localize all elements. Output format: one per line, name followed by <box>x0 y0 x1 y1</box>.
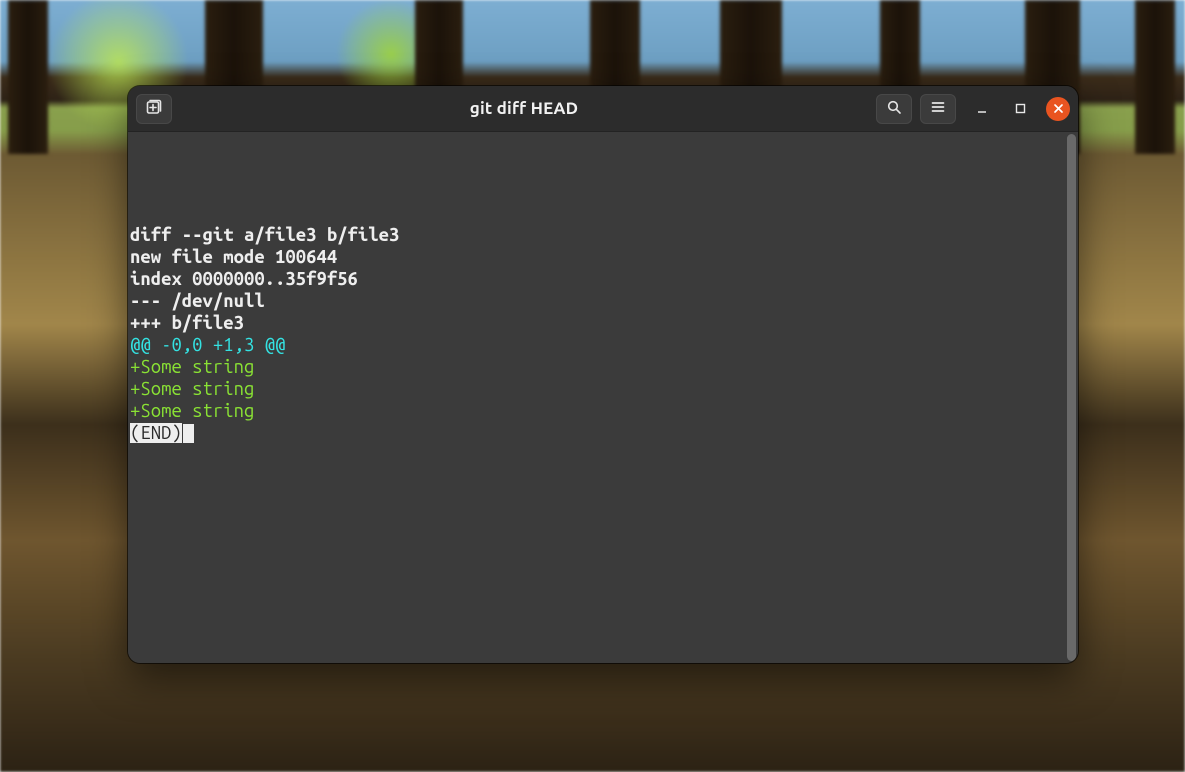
terminal-line: +Some string <box>130 356 1078 378</box>
terminal-line: new file mode 100644 <box>130 246 1078 268</box>
hamburger-icon <box>930 99 946 118</box>
terminal-line: --- /dev/null <box>130 290 1078 312</box>
terminal-cursor <box>183 424 194 443</box>
minimize-button[interactable] <box>970 97 994 121</box>
close-icon <box>1053 103 1064 114</box>
close-button[interactable] <box>1046 97 1070 121</box>
terminal-viewport[interactable]: diff --git a/file3 b/file3new file mode … <box>128 132 1078 663</box>
terminal-line: index 0000000..35f9f56 <box>130 268 1078 290</box>
scrollbar-thumb[interactable] <box>1067 134 1076 661</box>
new-tab-icon <box>145 98 163 119</box>
maximize-icon <box>1015 103 1026 114</box>
window-controls <box>970 97 1070 121</box>
pager-status-line: (END) <box>130 422 1078 444</box>
window-titlebar: git diff HEAD <box>128 86 1078 132</box>
scrollbar-track[interactable] <box>1067 134 1076 661</box>
search-icon <box>886 99 902 118</box>
pager-status: (END) <box>130 423 182 443</box>
minimize-icon <box>976 103 988 115</box>
terminal-line: @@ -0,0 +1,3 @@ <box>130 334 1078 356</box>
terminal-window: git diff HEAD <box>128 86 1078 663</box>
window-title: git diff HEAD <box>180 99 868 118</box>
terminal-line: +Some string <box>130 378 1078 400</box>
search-button[interactable] <box>876 94 912 124</box>
terminal-line: diff --git a/file3 b/file3 <box>130 224 1078 246</box>
terminal-output[interactable]: diff --git a/file3 b/file3new file mode … <box>128 132 1078 663</box>
maximize-button[interactable] <box>1008 97 1032 121</box>
terminal-line: +++ b/file3 <box>130 312 1078 334</box>
terminal-line: +Some string <box>130 400 1078 422</box>
new-tab-button[interactable] <box>136 94 172 124</box>
menu-button[interactable] <box>920 94 956 124</box>
